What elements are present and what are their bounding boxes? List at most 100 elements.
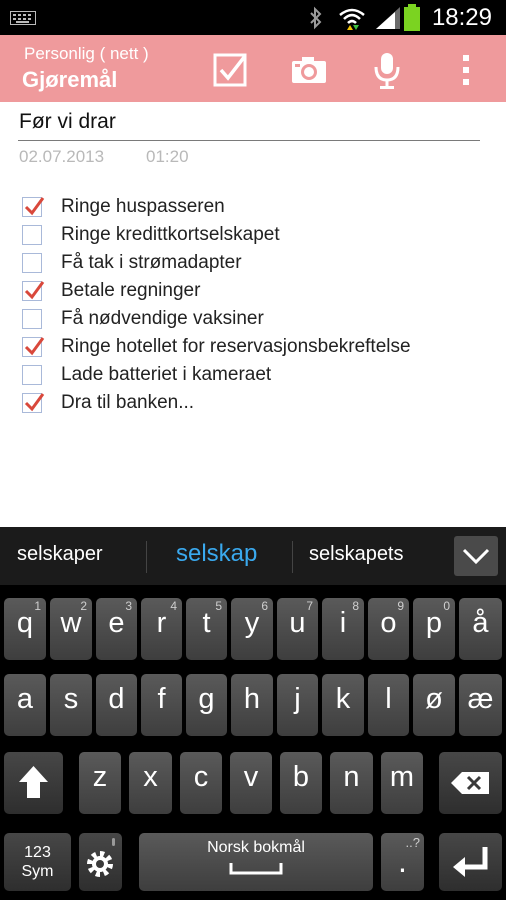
keyboard-indicator-icon	[10, 11, 36, 25]
key-label: j	[294, 683, 301, 715]
key-label: i	[339, 607, 347, 639]
key-q[interactable]: 1q	[4, 598, 46, 660]
key-d[interactable]: d	[96, 674, 137, 736]
checklist-item[interactable]: Ringe huspasseren	[22, 194, 492, 222]
gear-icon	[87, 838, 115, 877]
status-time: 18:29	[431, 4, 492, 31]
symbols-key-label-1: 123	[24, 844, 51, 861]
key-o[interactable]: 9o	[368, 598, 409, 660]
period-label: .	[398, 843, 407, 879]
key-u[interactable]: 7u	[277, 598, 318, 660]
item-label[interactable]: Ringe hotellet for reservasjonsbekreftel…	[61, 336, 411, 358]
key-c[interactable]: c	[180, 752, 222, 814]
key-label: o	[380, 607, 397, 639]
checkbox-icon	[213, 53, 247, 87]
item-label[interactable]: Lade batteriet i kameraet	[61, 364, 271, 386]
shift-key[interactable]	[4, 752, 63, 814]
key-v[interactable]: v	[230, 752, 272, 814]
key-ae[interactable]: æ	[459, 674, 502, 736]
suggestion-separator	[292, 541, 293, 573]
checklist-item[interactable]: Få tak i strømadapter	[22, 250, 492, 278]
key-label: p	[425, 607, 443, 639]
keyboard: 1q 2w 3e 4r 5t 6y 7u 8i 9o 0p å a s d f …	[0, 585, 506, 900]
key-r[interactable]: 4r	[141, 598, 182, 660]
suggestion-3[interactable]: selskapets	[309, 543, 404, 566]
suggestion-1[interactable]: selskaper	[17, 543, 103, 566]
checklist-item[interactable]: Ringe kredittkortselskapet	[22, 222, 492, 250]
item-checkbox[interactable]	[22, 225, 42, 245]
key-p[interactable]: 0p	[413, 598, 455, 660]
key-h[interactable]: h	[231, 674, 273, 736]
item-checkbox[interactable]	[22, 309, 42, 329]
key-label: z	[92, 761, 108, 793]
key-oe[interactable]: ø	[413, 674, 455, 736]
key-a[interactable]: a	[4, 674, 46, 736]
key-f[interactable]: f	[141, 674, 182, 736]
space-key[interactable]: Norsk bokmål	[139, 833, 373, 891]
checkmark-icon	[24, 337, 45, 356]
key-m[interactable]: m	[381, 752, 423, 814]
item-label[interactable]: Få nødvendige vaksiner	[61, 308, 264, 330]
item-label[interactable]: Dra til banken...	[61, 392, 194, 414]
camera-icon	[292, 57, 326, 83]
key-g[interactable]: g	[186, 674, 227, 736]
overflow-menu-button[interactable]	[446, 50, 486, 90]
item-checkbox[interactable]	[22, 253, 42, 273]
item-label[interactable]: Få tak i strømadapter	[61, 252, 242, 274]
item-label[interactable]: Ringe huspasseren	[61, 196, 225, 218]
note-time: 01:20	[146, 147, 189, 166]
key-x[interactable]: x	[129, 752, 172, 814]
note-title-input[interactable]: Før vi drar	[19, 110, 116, 134]
backspace-key[interactable]	[439, 752, 502, 814]
symbols-key-label-2: Sym	[21, 863, 54, 880]
key-label: v	[243, 761, 259, 793]
wifi-icon	[339, 8, 365, 30]
key-aa[interactable]: å	[459, 598, 502, 660]
key-w[interactable]: 2w	[50, 598, 92, 660]
checklist-button[interactable]	[211, 50, 251, 90]
key-n[interactable]: n	[330, 752, 373, 814]
collapse-suggestions-button[interactable]	[454, 536, 498, 576]
checklist-item[interactable]: Lade batteriet i kameraet	[22, 362, 492, 390]
folder-name[interactable]: Personlig ( nett )	[24, 44, 149, 64]
key-k[interactable]: k	[322, 674, 364, 736]
key-label: l	[385, 683, 392, 715]
microphone-icon	[374, 53, 400, 89]
checklist-item[interactable]: Dra til banken...	[22, 390, 492, 418]
enter-icon	[453, 847, 488, 877]
shift-arrow-icon	[19, 766, 48, 798]
checklist-item[interactable]: Ringe hotellet for reservasjonsbekreftel…	[22, 334, 492, 362]
key-j[interactable]: j	[277, 674, 318, 736]
item-label[interactable]: Betale regninger	[61, 280, 200, 302]
settings-key[interactable]	[79, 833, 122, 891]
key-label: t	[202, 607, 211, 639]
key-i[interactable]: 8i	[322, 598, 364, 660]
item-checkbox[interactable]	[22, 365, 42, 385]
period-key[interactable]: ..? .	[381, 833, 424, 891]
checklist-item[interactable]: Betale regninger	[22, 278, 492, 306]
note-date: 02.07.2013	[19, 147, 105, 166]
app-bar: Personlig ( nett ) Gjøremål	[0, 35, 506, 102]
symbols-key[interactable]: 123 Sym	[4, 833, 71, 891]
key-z[interactable]: z	[79, 752, 121, 814]
key-t[interactable]: 5t	[186, 598, 227, 660]
key-label: m	[389, 761, 415, 793]
key-label: c	[193, 761, 209, 793]
item-checkbox[interactable]	[22, 337, 45, 357]
key-l[interactable]: l	[368, 674, 409, 736]
suggestion-bar: selskaper selskap selskapets	[0, 527, 506, 585]
item-label[interactable]: Ringe kredittkortselskapet	[61, 224, 280, 246]
key-label: æ	[467, 683, 494, 715]
camera-button[interactable]	[289, 50, 329, 90]
key-y[interactable]: 6y	[231, 598, 273, 660]
item-checkbox[interactable]	[22, 281, 45, 301]
key-b[interactable]: b	[280, 752, 322, 814]
key-s[interactable]: s	[50, 674, 92, 736]
enter-key[interactable]	[439, 833, 502, 891]
key-e[interactable]: 3e	[96, 598, 137, 660]
voice-button[interactable]	[367, 50, 407, 90]
checklist-item[interactable]: Få nødvendige vaksiner	[22, 306, 492, 334]
suggestion-2[interactable]: selskap	[176, 540, 257, 568]
item-checkbox[interactable]	[22, 197, 45, 217]
item-checkbox[interactable]	[22, 393, 45, 413]
